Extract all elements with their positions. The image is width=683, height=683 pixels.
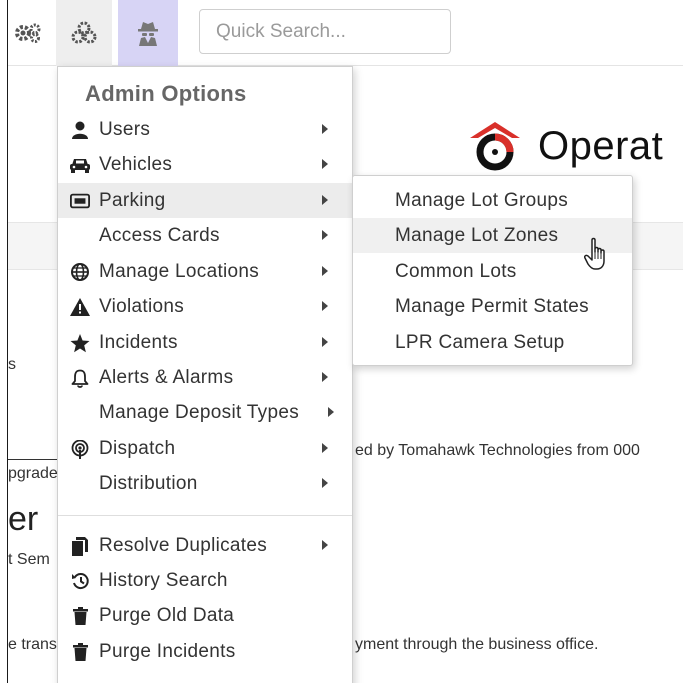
menu-item-label: Violations: [99, 296, 185, 317]
menu-item-access-cards[interactable]: Access Cards: [58, 218, 352, 253]
hand-cursor-icon: [584, 237, 605, 270]
menu-item-distribution[interactable]: Distribution: [58, 466, 352, 501]
page-text: t Sem: [8, 551, 50, 568]
menu-item-vehicles[interactable]: Vehicles: [58, 147, 352, 182]
brand-logo: Operat: [466, 120, 663, 172]
menu-item-purge-old-data[interactable]: Purge Old Data: [58, 598, 352, 633]
globe-icon: [70, 262, 90, 282]
submenu-item-manage-lot-groups[interactable]: Manage Lot Groups: [353, 183, 632, 218]
submenu-caret-icon: [322, 443, 328, 453]
submenu-caret-icon: [322, 159, 328, 169]
podcast-icon: [70, 439, 90, 459]
trash-icon: [70, 606, 90, 626]
submenu-item-lpr-camera-setup[interactable]: LPR Camera Setup: [353, 325, 632, 360]
submenu-caret-icon: [322, 301, 328, 311]
submenu-item-label: Manage Lot Groups: [395, 190, 569, 211]
user-icon: [70, 120, 90, 140]
menu-divider: [58, 515, 352, 516]
parking-ticket-icon: [70, 191, 90, 211]
menu-item-label: Access Cards: [99, 225, 220, 246]
search-input[interactable]: [200, 10, 450, 53]
menu-item-label: Purge Incidents: [99, 641, 236, 662]
cogs-button[interactable]: [56, 0, 112, 66]
submenu-caret-icon: [322, 540, 328, 550]
menu-item-label: Distribution: [99, 473, 198, 494]
menu-item-violations[interactable]: Violations: [58, 289, 352, 324]
menu-item-label: Dispatch: [99, 438, 176, 459]
submenu-caret-icon: [322, 372, 328, 382]
spy-icon: [138, 22, 158, 46]
gears-button[interactable]: [0, 0, 56, 66]
submenu-caret-icon: [322, 478, 328, 488]
submenu-caret-icon: [322, 195, 328, 205]
menu-item-history-search[interactable]: History Search: [58, 563, 352, 598]
menu-item-resolve-duplicates[interactable]: Resolve Duplicates: [58, 528, 352, 563]
menu-item-label: Resolve Duplicates: [99, 535, 268, 556]
menu-item-dispatch[interactable]: Dispatch: [58, 431, 352, 466]
menu-header: Admin Options: [85, 81, 247, 106]
history-icon: [70, 571, 90, 591]
cogs-icon: [71, 21, 97, 44]
car-icon: [70, 155, 90, 175]
menu-item-incidents[interactable]: Incidents: [58, 325, 352, 360]
quick-search: [199, 9, 451, 54]
submenu-caret-icon: [322, 124, 328, 134]
submenu-item-label: Manage Permit States: [395, 296, 589, 317]
menu-item-label: Vehicles: [99, 154, 173, 175]
window-left-edge: [0, 0, 8, 683]
menu-item-label: Manage Deposit Types: [99, 402, 299, 423]
menu-item-manage-locations[interactable]: Manage Locations: [58, 254, 352, 289]
menu-item-manage-deposit-types[interactable]: Manage Deposit Types: [58, 395, 352, 430]
top-toolbar: [0, 0, 683, 66]
menu-item-purge-incidents[interactable]: Purge Incidents: [58, 634, 352, 669]
submenu-caret-icon: [322, 266, 328, 276]
page-text: e trans: [8, 636, 57, 653]
page-text: ed by Tomahawk Technologies from 000: [355, 442, 640, 459]
menu-item-label: Alerts & Alarms: [99, 367, 234, 388]
gears-icon: [15, 23, 41, 43]
submenu-item-manage-permit-states[interactable]: Manage Permit States: [353, 289, 632, 324]
submenu-caret-icon: [322, 337, 328, 347]
spy-button[interactable]: [118, 0, 178, 66]
submenu-item-label: Common Lots: [395, 261, 517, 282]
menu-item-label: Incidents: [99, 332, 178, 353]
menu-item-label: History Search: [99, 570, 228, 591]
warning-icon: [70, 297, 90, 317]
submenu-caret-icon: [322, 230, 328, 240]
page-divider: [8, 459, 60, 460]
menu-item-users[interactable]: Users: [58, 112, 352, 147]
bell-icon: [70, 368, 90, 388]
page-text: yment through the business office.: [355, 636, 599, 653]
menu-item-label: Users: [99, 119, 151, 140]
menu-item-alerts-alarms[interactable]: Alerts & Alarms: [58, 360, 352, 395]
trash-icon: [70, 642, 90, 662]
page-text: pgrade: [8, 465, 58, 482]
copy-icon: [70, 536, 90, 556]
submenu-item-label: Manage Lot Zones: [395, 225, 559, 246]
menu-item-label: Parking: [99, 190, 166, 211]
menu-item-label: Purge Old Data: [99, 605, 235, 626]
brand-logo-icon: [470, 122, 520, 171]
admin-options-menu: Admin Options Users Vehicles Parking Acc…: [57, 66, 353, 683]
page-heading: er: [8, 500, 39, 538]
menu-item-parking[interactable]: Parking: [58, 183, 352, 218]
page-text: s: [8, 356, 16, 373]
menu-item-label: Manage Locations: [99, 261, 260, 282]
submenu-item-label: LPR Camera Setup: [395, 332, 565, 353]
brand-name: Operat: [538, 123, 664, 168]
submenu-caret-icon: [328, 407, 334, 417]
star-icon: [70, 333, 90, 353]
